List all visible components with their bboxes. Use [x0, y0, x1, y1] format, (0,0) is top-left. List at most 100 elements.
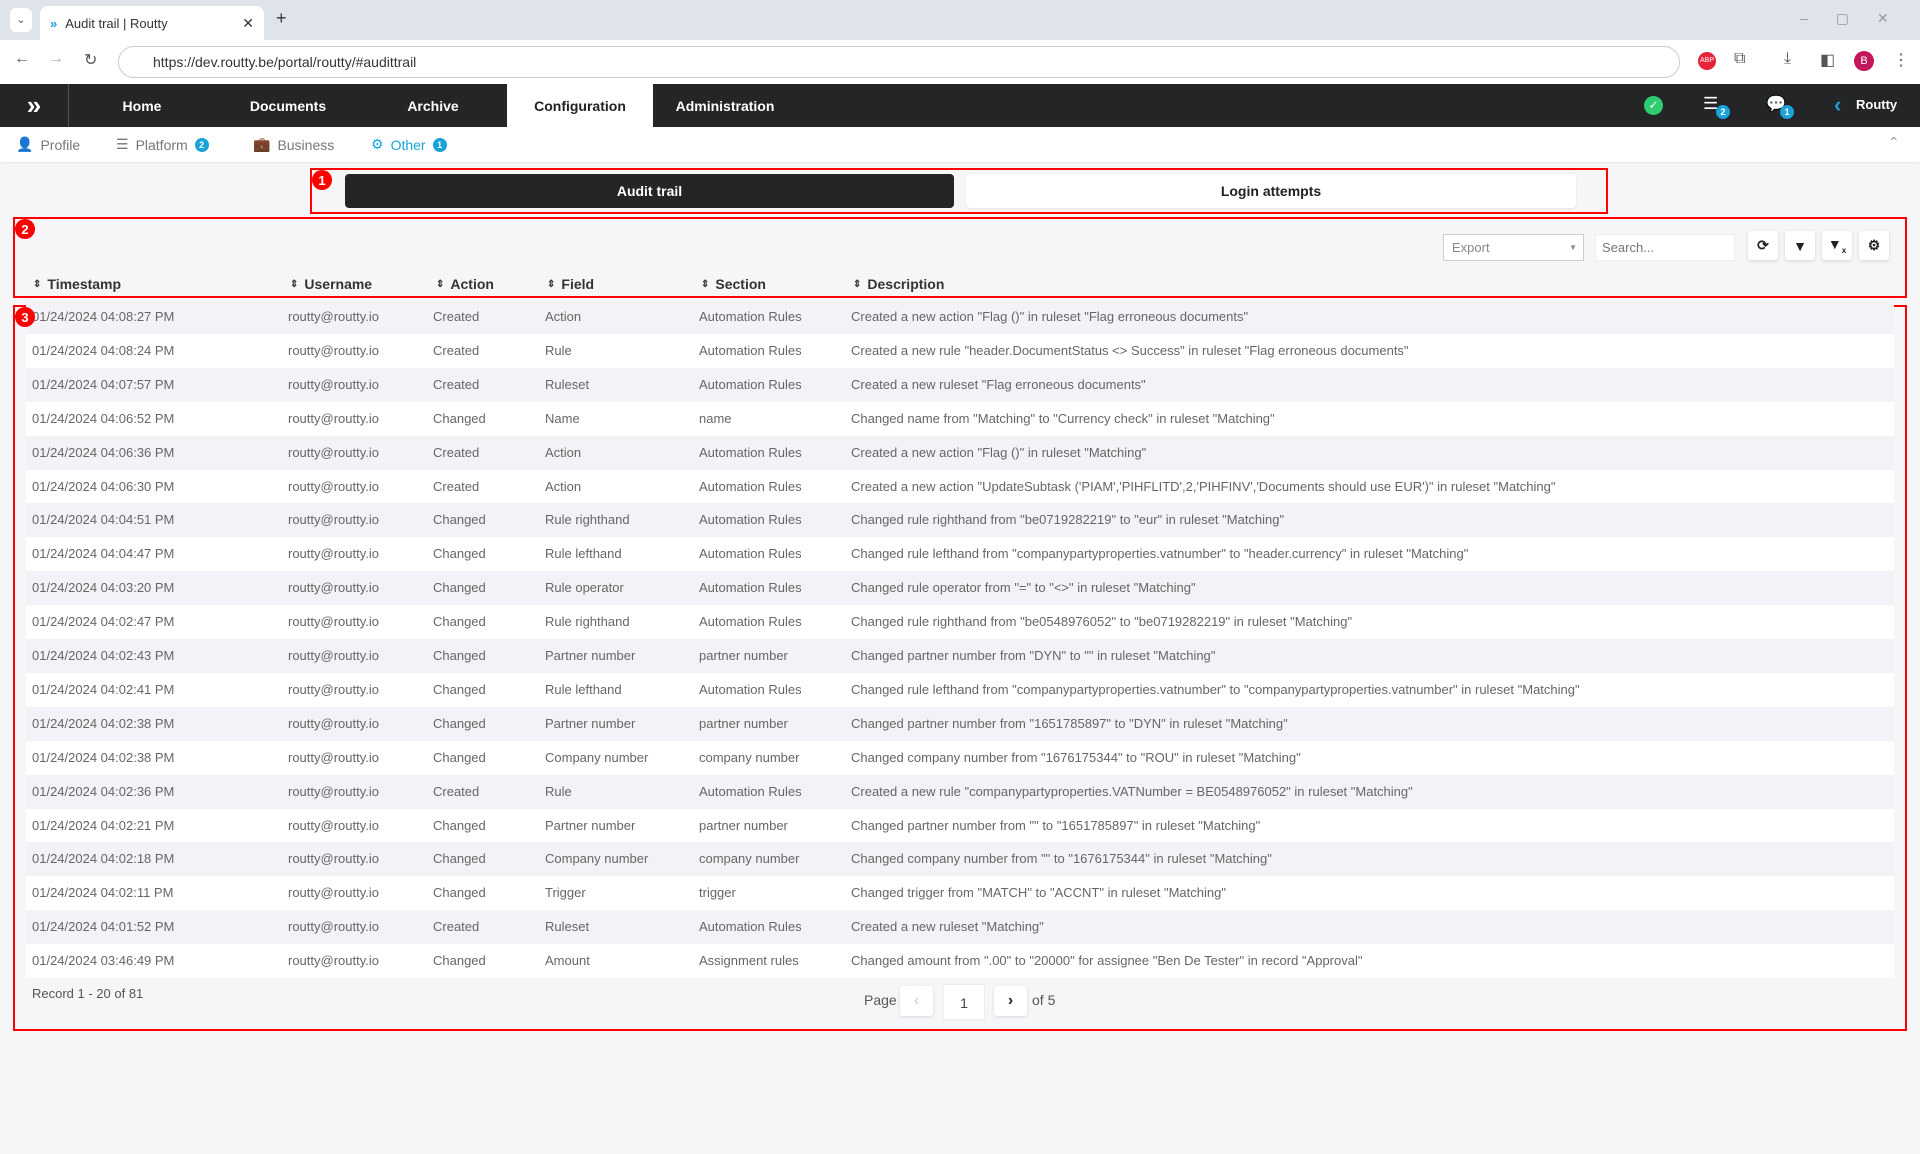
nav-administration[interactable]: Administration — [660, 84, 790, 127]
subnav-other[interactable]: ⚙ Other 1 — [371, 127, 447, 162]
table-row[interactable]: 01/24/2024 04:02:38 PM routty@routty.io Ch… — [26, 706, 1894, 741]
column-header-username[interactable]: ⇕ Username — [290, 276, 372, 292]
column-header-section[interactable]: ⇕ Section — [701, 276, 766, 292]
status-ok-icon[interactable]: ✓ — [1644, 96, 1663, 115]
forward-icon[interactable]: → — [48, 50, 64, 68]
routty-logo[interactable]: » — [0, 84, 69, 127]
cell-field: Company number — [545, 749, 649, 765]
subnav-platform[interactable]: ☰ Platform 2 — [116, 127, 209, 162]
table-row[interactable]: 01/24/2024 04:04:51 PM routty@routty.io Ch… — [26, 503, 1894, 538]
table-row[interactable]: 01/24/2024 04:02:18 PM routty@routty.io Ch… — [26, 842, 1894, 877]
login-attempts-tab[interactable]: Login attempts — [966, 174, 1576, 208]
caret-down-icon: ▼ — [1569, 243, 1577, 252]
url-input[interactable]: https://dev.routty.be/portal/routty/#aud… — [118, 46, 1680, 78]
close-tab-icon[interactable]: ✕ — [242, 15, 254, 32]
table-row[interactable]: 01/24/2024 04:02:36 PM routty@routty.io Cr… — [26, 774, 1894, 809]
cell-field: Company number — [545, 851, 649, 867]
collapse-icon[interactable]: ⌃ — [1888, 134, 1900, 151]
table-row[interactable]: 01/24/2024 04:08:27 PM routty@routty.io Cr… — [26, 300, 1894, 334]
tab-list-button[interactable]: ⌄ — [10, 8, 32, 32]
clear-filter-button[interactable]: ▼x — [1822, 231, 1852, 260]
sidepanel-icon[interactable]: ◧ — [1820, 50, 1835, 70]
cell-username: routty@routty.io — [288, 851, 379, 867]
nav-documents[interactable]: Documents — [230, 84, 346, 127]
table-row[interactable]: 01/24/2024 03:46:49 PM routty@routty.io Ch… — [26, 944, 1894, 979]
extensions-icon[interactable]: ⧉ — [1734, 50, 1745, 68]
column-header-field[interactable]: ⇕ Field — [547, 276, 594, 292]
user-menu[interactable]: Routty — [1856, 97, 1897, 112]
table-row[interactable]: 01/24/2024 04:02:41 PM routty@routty.io Ch… — [26, 672, 1894, 707]
cell-field: Action — [545, 444, 582, 460]
settings-button[interactable]: ⚙ — [1859, 231, 1889, 260]
table-row[interactable]: 01/24/2024 04:02:38 PM routty@routty.io Ch… — [26, 740, 1894, 775]
table-row[interactable]: 01/24/2024 04:02:11 PM routty@routty.io Ch… — [26, 876, 1894, 911]
cell-section: partner number — [699, 648, 788, 663]
export-dropdown[interactable]: Export ▼ — [1443, 234, 1584, 261]
prev-page-button[interactable]: ‹ — [900, 986, 933, 1016]
table-row[interactable]: 01/24/2024 04:01:52 PM routty@routty.io Cr… — [26, 910, 1894, 945]
browser-tab[interactable]: » Audit trail | Routty ✕ — [40, 6, 264, 40]
table-row[interactable]: 01/24/2024 04:02:47 PM routty@routty.io Ch… — [26, 605, 1894, 640]
menu-icon[interactable]: ⋮ — [1893, 50, 1909, 70]
table-row[interactable]: 01/24/2024 04:02:21 PM routty@routty.io Ch… — [26, 808, 1894, 843]
cell-description: Changed rule righthand from "be054897605… — [851, 614, 1353, 630]
table-row[interactable]: 01/24/2024 04:04:47 PM routty@routty.io Ch… — [26, 537, 1894, 572]
window-controls[interactable]: –▢✕ — [1800, 10, 1917, 27]
cell-section: Automation Rules — [699, 444, 802, 460]
cell-description: Created a new rule "header.DocumentStatu… — [851, 342, 1409, 358]
task-list-badge: 2 — [1716, 105, 1730, 119]
annotation-marker-1: 1 — [312, 170, 332, 190]
table-row[interactable]: 01/24/2024 04:06:52 PM routty@routty.io Ch… — [26, 401, 1894, 436]
tab-title: Audit trail | Routty — [65, 15, 168, 31]
cell-field: Partner number — [545, 817, 636, 833]
cell-section: Automation Rules — [699, 783, 802, 799]
refresh-button[interactable]: ⟳ — [1748, 231, 1778, 260]
nav-home[interactable]: Home — [90, 84, 194, 127]
subnav-business[interactable]: 💼 Business — [253, 127, 334, 162]
nav-configuration[interactable]: Configuration — [507, 84, 653, 127]
new-tab-icon[interactable]: + — [276, 8, 287, 29]
table-row[interactable]: 01/24/2024 04:02:43 PM routty@routty.io Ch… — [26, 639, 1894, 673]
back-icon[interactable]: ← — [14, 50, 30, 68]
profile-avatar[interactable]: B — [1854, 51, 1874, 71]
cell-action: Created — [433, 376, 480, 392]
table-row[interactable]: 01/24/2024 04:03:20 PM routty@routty.io Ch… — [26, 571, 1894, 606]
cell-username: routty@routty.io — [288, 444, 379, 460]
column-header-timestamp[interactable]: ⇕ Timestamp — [33, 276, 121, 292]
nav-archive[interactable]: Archive — [380, 84, 486, 127]
filter-icon: ▼ — [1793, 237, 1807, 254]
cell-timestamp: 01/24/2024 04:03:20 PM — [32, 580, 175, 596]
table-row[interactable]: 01/24/2024 04:06:30 PM routty@routty.io Cr… — [26, 469, 1894, 504]
cell-action: Changed — [433, 546, 486, 562]
record-count: Record 1 - 20 of 81 — [32, 986, 144, 1001]
table-row[interactable]: 01/24/2024 04:08:24 PM routty@routty.io Cr… — [26, 333, 1894, 368]
audit-trail-tab[interactable]: Audit trail — [345, 174, 954, 208]
reload-icon[interactable]: ↻ — [84, 50, 97, 70]
briefcase-icon: 💼 — [253, 136, 271, 152]
cell-field: Rule righthand — [545, 614, 630, 630]
page-number-input[interactable]: 1 — [943, 984, 985, 1020]
other-badge: 1 — [432, 137, 447, 152]
table-row[interactable]: 01/24/2024 04:07:57 PM routty@routty.io Cr… — [26, 367, 1894, 402]
next-page-button[interactable]: › — [994, 986, 1027, 1016]
annotation-marker-3: 3 — [15, 307, 35, 327]
cell-description: Changed rule lefthand from "companyparty… — [851, 546, 1469, 562]
filter-button[interactable]: ▼ — [1785, 231, 1815, 260]
column-header-action[interactable]: ⇕ Action — [436, 276, 494, 292]
adblock-icon[interactable]: ABP — [1698, 52, 1716, 70]
search-input[interactable] — [1595, 234, 1735, 261]
cell-action: Created — [433, 919, 480, 935]
download-icon[interactable]: ⤓ — [1784, 50, 1791, 68]
cell-action: Changed — [433, 681, 486, 697]
table-row[interactable]: 01/24/2024 04:06:36 PM routty@routty.io Cr… — [26, 435, 1894, 470]
cell-username: routty@routty.io — [288, 309, 379, 324]
column-header-description[interactable]: ⇕ Description — [853, 276, 944, 292]
cell-timestamp: 01/24/2024 04:02:21 PM — [32, 817, 175, 833]
cell-action: Changed — [433, 410, 486, 426]
subnav-profile[interactable]: 👤 Profile — [16, 127, 80, 162]
cell-field: Rule lefthand — [545, 546, 622, 562]
cell-username: routty@routty.io — [288, 953, 379, 969]
cell-action: Changed — [433, 580, 486, 596]
cell-timestamp: 01/24/2024 04:02:41 PM — [32, 681, 175, 697]
cell-timestamp: 01/24/2024 04:04:51 PM — [32, 512, 175, 528]
